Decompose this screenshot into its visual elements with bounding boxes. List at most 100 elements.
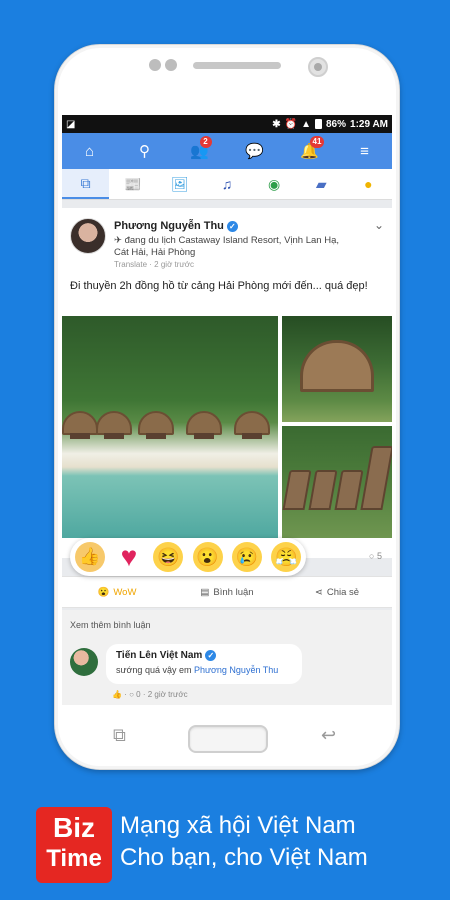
- post-meta: Translate · 2 giờ trước: [114, 260, 195, 269]
- comment-body: sướng quá vậy em: [116, 665, 192, 676]
- tagline: Mạng xã hội Việt Nam Cho bạn, cho Việt N…: [120, 810, 368, 874]
- phone-frame: ◪ ✱ ⏰ ▲ 86% 1:29 AM ⌂ ⚲ 👥 2 💬 🔔 41 ≡ ⧉ 📰 🖼…: [54, 44, 400, 770]
- tab-photos[interactable]: 🖼: [156, 169, 203, 199]
- tab-location[interactable]: ●: [345, 169, 392, 199]
- tab-feed[interactable]: ⧉: [62, 169, 110, 199]
- react-button-label: WoW: [113, 586, 137, 598]
- share-button[interactable]: ⋖ Chia sẻ: [282, 577, 392, 607]
- biztime-logo: Biz Time: [36, 807, 112, 883]
- speaker-grill: [193, 62, 281, 69]
- recent-apps-icon[interactable]: ⧉: [113, 725, 126, 746]
- share-icon: ⋖: [314, 586, 323, 598]
- comment-count-icon: ○: [369, 551, 375, 561]
- back-icon[interactable]: ↩: [321, 725, 336, 746]
- verified-icon: ✓: [205, 650, 217, 661]
- feed-post: Phương Nguyễn Thu ✓ ✈ đang du lịch Castaw…: [62, 208, 392, 608]
- photo-icon: 🖼: [170, 175, 189, 192]
- reaction-haha-icon[interactable]: 😆: [153, 542, 184, 572]
- nav-search[interactable]: ⚲: [127, 136, 163, 166]
- post-author[interactable]: Phương Nguyễn Thu ✓: [114, 220, 238, 232]
- author-avatar[interactable]: [70, 218, 106, 254]
- notifications-badge: 41: [309, 136, 325, 148]
- tab-music[interactable]: ♫: [203, 169, 250, 199]
- sensor-dot: [165, 59, 177, 71]
- sensor-dot: [149, 59, 161, 71]
- bluetooth-icon: ✱: [272, 118, 281, 130]
- post-text: Đi thuyền 2h đồng hồ từ cảng Hải Phòng m…: [70, 280, 368, 292]
- post-photo-top-right[interactable]: [282, 316, 392, 422]
- nav-menu[interactable]: ≡: [347, 136, 383, 166]
- video-icon: ◉: [268, 175, 281, 192]
- feed-icon: ⧉: [80, 174, 91, 191]
- bungalow-shape: [186, 411, 222, 439]
- nav-home[interactable]: ⌂: [72, 136, 108, 166]
- reaction-sad-icon[interactable]: 😢: [231, 542, 262, 572]
- nav-notifications[interactable]: 🔔 41: [292, 136, 328, 166]
- bungalow-shape: [308, 470, 338, 510]
- logo-line2: Time: [46, 845, 102, 872]
- bungalow-shape: [96, 411, 132, 439]
- feed-tabs: ⧉ 📰 🖼 ♫ ◉ ▰ ●: [62, 169, 392, 200]
- comment-icon: ▤: [200, 586, 210, 598]
- location-icon: ●: [364, 176, 373, 192]
- bungalow-shape: [300, 340, 374, 392]
- tagline-line2: Cho bạn, cho Việt Nam: [120, 844, 368, 871]
- comment-count[interactable]: ○ 5: [369, 551, 382, 561]
- bungalow-shape: [138, 411, 174, 439]
- status-time: 1:29 AM: [350, 118, 388, 130]
- comments-area: Xem thêm bình luận Tiến Lên Việt Nam ✓ sư…: [62, 610, 392, 705]
- reply-icon[interactable]: ○: [129, 690, 134, 699]
- comment-mention[interactable]: Phương Nguyễn Thu: [194, 665, 278, 675]
- comment-author-name: Tiến Lên Việt Nam: [116, 650, 203, 662]
- translate-link[interactable]: Translate: [114, 260, 147, 269]
- post-photo-main[interactable]: [62, 316, 278, 538]
- comment-meta-text: 0 · 2 giờ trước: [136, 690, 188, 699]
- comment-button-label: Bình luận: [213, 586, 254, 598]
- music-icon: ♫: [221, 176, 233, 192]
- bungalow-shape: [360, 446, 392, 510]
- home-icon: ⌂: [84, 142, 95, 160]
- reaction-picker: 👍 ♥ 😆 😮 😢 😤: [70, 538, 306, 576]
- bungalow-shape: [234, 411, 270, 439]
- app-screen: ◪ ✱ ⏰ ▲ 86% 1:29 AM ⌂ ⚲ 👥 2 💬 🔔 41 ≡ ⧉ 📰 🖼…: [62, 115, 392, 705]
- verified-icon: ✓: [226, 220, 238, 232]
- post-checkin: ✈ đang du lịch Castaway Island Resort, V…: [114, 235, 339, 258]
- alarm-icon: ⏰: [284, 118, 298, 130]
- reaction-wow-icon[interactable]: 😮: [192, 542, 223, 572]
- share-button-label: Chia sẻ: [326, 586, 360, 598]
- see-more-comments[interactable]: Xem thêm bình luận: [70, 620, 151, 630]
- reaction-angry-icon[interactable]: 😤: [271, 542, 302, 572]
- bungalow-shape: [334, 470, 364, 510]
- home-button[interactable]: [188, 725, 268, 753]
- comment-text: sướng quá vậy em Phương Nguyễn Thu: [116, 665, 292, 675]
- tab-folder[interactable]: ▰: [298, 169, 345, 199]
- logo-line1: Biz: [53, 812, 95, 843]
- post-photo-bottom-right[interactable]: [282, 426, 392, 538]
- tab-video[interactable]: ◉: [251, 169, 298, 199]
- signal-icon: ▲: [301, 118, 311, 130]
- like-icon[interactable]: 👍: [112, 690, 122, 699]
- status-bar: ◪ ✱ ⏰ ▲ 86% 1:29 AM: [62, 115, 392, 133]
- comment-meta: 👍 · ○ 0 · 2 giờ trước: [112, 690, 188, 699]
- comment-author[interactable]: Tiến Lên Việt Nam ✓: [116, 650, 292, 661]
- battery-icon: [315, 119, 322, 129]
- comment-count-value: 5: [376, 551, 382, 561]
- comment-bubble: Tiến Lên Việt Nam ✓ sướng quá vậy em Phươ…: [106, 644, 302, 684]
- tab-news[interactable]: 📰: [109, 169, 156, 199]
- app-notification-icon: ◪: [66, 118, 76, 130]
- author-name: Phương Nguyễn Thu: [114, 220, 224, 232]
- nav-chat[interactable]: 💬: [237, 136, 273, 166]
- post-actions: 😮 WoW ▤ Bình luận ⋖ Chia sẻ: [62, 576, 392, 608]
- chat-icon: 💬: [245, 143, 264, 160]
- post-time: 2 giờ trước: [154, 260, 195, 269]
- reaction-like-icon[interactable]: 👍: [74, 542, 105, 572]
- chevron-down-icon[interactable]: ⌄: [374, 218, 384, 232]
- nav-friends[interactable]: 👥 2: [182, 136, 218, 166]
- comment-button[interactable]: ▤ Bình luận: [172, 577, 282, 607]
- react-button[interactable]: 😮 WoW: [62, 577, 172, 607]
- reaction-love-icon[interactable]: ♥: [114, 541, 144, 572]
- friend-requests-badge: 2: [199, 136, 212, 148]
- comment-avatar[interactable]: [70, 648, 98, 676]
- news-icon: 📰: [123, 175, 142, 192]
- bungalow-shape: [282, 470, 312, 510]
